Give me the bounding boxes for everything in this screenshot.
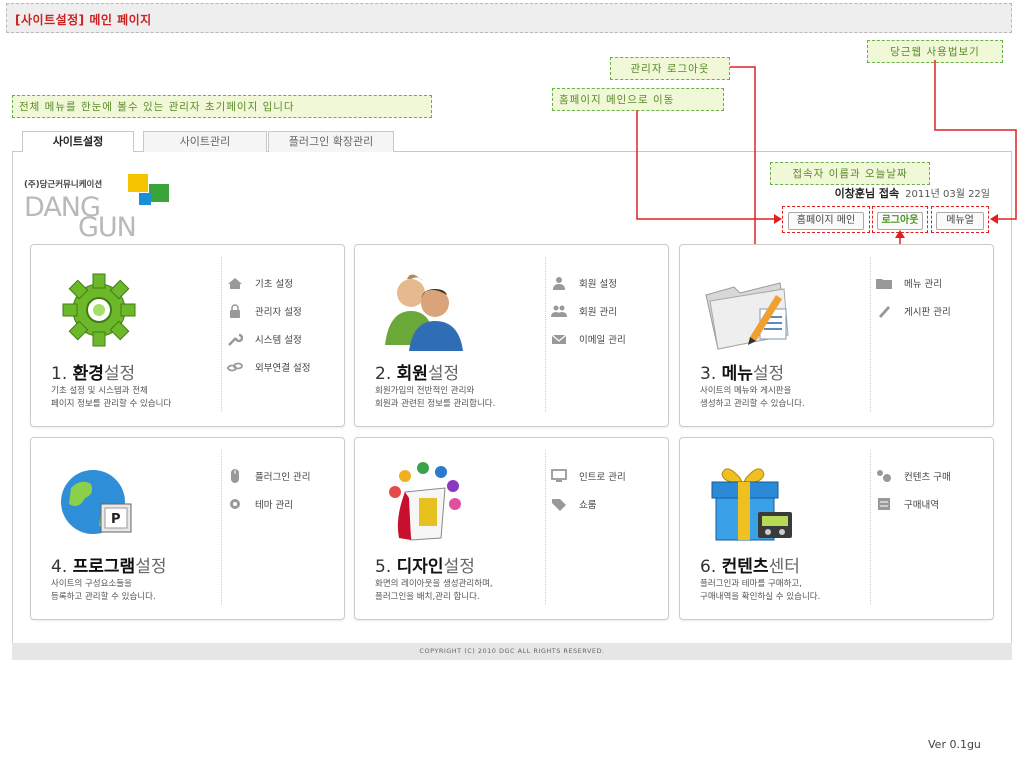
- tab-site-settings[interactable]: 사이트설정: [22, 131, 134, 154]
- card-contents-center[interactable]: 6. 컨텐츠센터 플러그인과 테마를 구매하고, 구매내역을 확인하실 수 있습니…: [679, 437, 994, 620]
- company-logo: (주)당근커뮤니케이션 DANG GUN: [24, 174, 184, 243]
- card-description: 사이트의 구성요소들을 등록하고 관리할 수 있습니다.: [51, 579, 156, 602]
- card-menu-list: 플러그인 관리 테마 관리: [227, 462, 310, 518]
- lock-icon: [230, 304, 240, 318]
- gift-box-icon: [711, 468, 792, 541]
- users-icon: [385, 274, 463, 351]
- logo-text-gun: GUN: [78, 212, 137, 243]
- globe-icon: P: [61, 470, 132, 534]
- card-description: 플러그인과 테마를 구매하고, 구매내역을 확인하실 수 있습니다.: [700, 579, 821, 602]
- card-title: 5. 디자인설정: [375, 557, 475, 577]
- menu-item-member-settings[interactable]: 회원 설정: [551, 269, 626, 297]
- users-icon: [551, 305, 567, 317]
- card-description: 사이트의 메뉴와 게시판을 생성하고 관리할 수 있습니다.: [700, 386, 805, 409]
- home-main-button[interactable]: 홈페이지 메인: [788, 212, 864, 230]
- footer-copyright: COPYRIGHT (C) 2010 DGC ALL RIGHTS RESERV…: [12, 643, 1012, 660]
- card-title: 1. 환경설정: [51, 364, 136, 384]
- card-title: 6. 컨텐츠센터: [700, 557, 800, 577]
- user-icon: [553, 277, 565, 290]
- menu-item-member-management[interactable]: 회원 관리: [551, 297, 626, 325]
- gear-icon: [230, 499, 240, 509]
- card-menu-settings[interactable]: 3. 메뉴설정 사이트의 메뉴와 게시판을 생성하고 관리할 수 있습니다. 메뉴…: [679, 244, 994, 427]
- link-icon: [227, 362, 243, 372]
- card-menu-list: 기초 설정 관리자 설정 시스템 설정 외부연결 설정: [227, 269, 310, 381]
- folder-icon: [705, 282, 789, 350]
- menu-item-showroom[interactable]: 쇼룸: [551, 490, 626, 518]
- menu-item-theme-management[interactable]: 테마 관리: [227, 490, 310, 518]
- page-title: [사이트설정] 메인 페이지: [15, 13, 152, 27]
- menu-item-email-management[interactable]: 이메일 관리: [551, 325, 626, 353]
- logout-button[interactable]: 로그아웃: [877, 212, 923, 230]
- menu-item-menu-management[interactable]: 메뉴 관리: [876, 269, 951, 297]
- mouse-icon: [231, 469, 239, 483]
- note-intro: 전체 메뉴를 한눈에 볼수 있는 관리자 초기페이지 입니다: [12, 95, 432, 118]
- note-user-info: 접속자 이름과 오늘날짜: [770, 162, 930, 185]
- home-icon: [228, 278, 242, 289]
- gear-icon: [62, 273, 136, 347]
- card-description: 기초 설정 및 시스템과 전체 페이지 정보를 관리할 수 있습니다: [51, 386, 172, 409]
- monitor-icon: [551, 469, 567, 482]
- card-title: 2. 회원설정: [375, 364, 460, 384]
- menu-item-plugin-management[interactable]: 플러그인 관리: [227, 462, 310, 490]
- card-menu-list: 메뉴 관리 게시판 관리: [876, 269, 951, 325]
- menu-item-external-link-settings[interactable]: 외부연결 설정: [227, 353, 310, 381]
- tag-icon: [552, 499, 566, 511]
- note-home: 홈페이지 메인으로 이동: [552, 88, 724, 111]
- card-title: 3. 메뉴설정: [700, 364, 785, 384]
- page-header-bar: [사이트설정] 메인 페이지: [6, 3, 1012, 33]
- card-environment-settings[interactable]: 1. 환경설정 기초 설정 및 시스템과 전체 페이지 정보를 관리할 수 있습니…: [30, 244, 345, 427]
- today-date: 2011년 03월 22일: [905, 189, 990, 200]
- note-logout: 관리자 로그아웃: [610, 57, 730, 80]
- card-design-settings[interactable]: 5. 디자인설정 화면의 레이아웃을 생성관리하며, 플러그인을 배치,관리 합니…: [354, 437, 669, 620]
- note-manual: 당근웹 사용법보기: [867, 40, 1003, 63]
- list-icon: [878, 498, 890, 510]
- card-title: 4. 프로그램설정: [51, 557, 167, 577]
- folder-icon: [876, 279, 892, 289]
- tab-plugin-management[interactable]: 플러그인 확장관리: [268, 131, 394, 153]
- version-label: Ver 0.1gu: [928, 738, 981, 751]
- card-description: 화면의 레이아웃을 생성관리하며, 플러그인을 배치,관리 합니다.: [375, 579, 493, 602]
- menu-item-purchase-history[interactable]: 구매내역: [876, 490, 951, 518]
- card-divider: [870, 450, 871, 605]
- card-menu-list: 회원 설정 회원 관리 이메일 관리: [551, 269, 626, 353]
- card-description: 회원가입의 전반적인 관리와 회원과 관련된 정보를 관리합니다.: [375, 386, 496, 409]
- tab-bar: 사이트설정 사이트관리 플러그인 확장관리: [12, 128, 1012, 154]
- logo-squares-icon: [128, 174, 169, 205]
- card-menu-list: 인트로 관리 쇼룸: [551, 462, 626, 518]
- cart-icon: [877, 470, 891, 482]
- user-info: 이창훈님 접속 2011년 03월 22일: [835, 185, 990, 201]
- pencil-icon: [879, 306, 890, 318]
- user-name: 이창훈님 접속: [834, 187, 900, 200]
- menu-item-board-management[interactable]: 게시판 관리: [876, 297, 951, 325]
- mail-icon: [551, 334, 567, 344]
- card-divider: [221, 450, 222, 605]
- tab-site-management[interactable]: 사이트관리: [143, 131, 267, 153]
- paint-bucket-icon: [389, 462, 461, 541]
- wrench-icon: [228, 333, 243, 346]
- card-menu-list: 컨텐츠 구매 구매내역: [876, 462, 951, 518]
- card-divider: [545, 450, 546, 605]
- card-program-settings[interactable]: P 4. 프로그램설정 사이트의 구성요소들을 등록하고 관리할 수 있습니다. …: [30, 437, 345, 620]
- card-divider: [870, 257, 871, 412]
- logo-corp-name: (주)당근커뮤니케이션: [24, 180, 103, 190]
- menu-item-intro-management[interactable]: 인트로 관리: [551, 462, 626, 490]
- card-divider: [545, 257, 546, 412]
- manual-button[interactable]: 메뉴얼: [936, 212, 984, 230]
- menu-item-system-settings[interactable]: 시스템 설정: [227, 325, 310, 353]
- card-member-settings[interactable]: 2. 회원설정 회원가입의 전반적인 관리와 회원과 관련된 정보를 관리합니다.…: [354, 244, 669, 427]
- svg-text:P: P: [111, 512, 121, 527]
- card-divider: [221, 257, 222, 412]
- menu-item-admin-settings[interactable]: 관리자 설정: [227, 297, 310, 325]
- menu-item-contents-purchase[interactable]: 컨텐츠 구매: [876, 462, 951, 490]
- menu-item-basic-settings[interactable]: 기초 설정: [227, 269, 310, 297]
